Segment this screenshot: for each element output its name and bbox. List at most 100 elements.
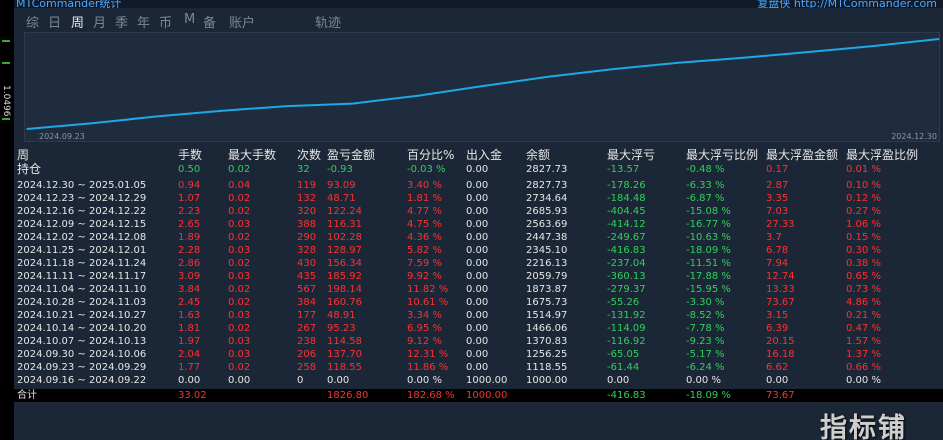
- watermark-logo: 指标铺: [820, 413, 907, 440]
- table-row[interactable]: 2024.12.09 ~ 2024.12.15 2.65 0.03 388 116.31…: [14, 218, 943, 231]
- data-cell: 9.92 %: [407, 271, 442, 282]
- tab-9[interactable]: 账户: [229, 12, 255, 31]
- data-cell: -15.08 %: [686, 206, 731, 217]
- holding-cell: 0.17: [766, 164, 789, 175]
- data-cell: 0.00: [466, 219, 489, 230]
- data-cell: 1.63: [178, 310, 201, 321]
- total-label: 合计: [17, 390, 37, 401]
- table-row[interactable]: 2024.11.25 ~ 2024.12.01 2.28 0.03 328 128.97…: [14, 244, 943, 257]
- data-cell: -18.09 %: [686, 245, 731, 256]
- equity-point: [677, 62, 680, 64]
- data-cell: 206: [297, 349, 317, 360]
- data-cell: 0.02: [228, 297, 251, 308]
- data-cell: 3.35: [766, 193, 789, 204]
- data-cell: 0.00: [466, 297, 489, 308]
- column-header: 最大浮盈比例: [846, 148, 919, 162]
- table-row[interactable]: 2024.11.11 ~ 2024.11.17 3.09 0.03 435 185.92…: [14, 270, 943, 283]
- data-cell: -16.77 %: [686, 219, 731, 230]
- table-row[interactable]: 2024.10.07 ~ 2024.10.13 1.97 0.03 238 114.58…: [14, 335, 943, 348]
- data-cell: 2.45: [178, 297, 201, 308]
- data-cell: 1.77: [178, 362, 201, 373]
- data-cell: 0.00: [466, 323, 489, 334]
- data-cell: 11.82 %: [407, 284, 449, 295]
- table-row[interactable]: 2024.10.28 ~ 2024.11.03 2.45 0.02 384 160.76…: [14, 296, 943, 309]
- data-cell: 3.84: [178, 284, 201, 295]
- data-cell: 384: [297, 297, 317, 308]
- data-cell: 102.28: [327, 232, 362, 243]
- table-row[interactable]: 2024.11.18 ~ 2024.11.24 2.86 0.02 430 156.34…: [14, 257, 943, 270]
- tab-6[interactable]: 币: [159, 12, 172, 31]
- data-cell: 116.31: [327, 219, 362, 230]
- data-cell: 0.65 %: [846, 271, 881, 282]
- tab-4[interactable]: 季: [115, 12, 128, 31]
- data-cell: -9.23 %: [686, 336, 725, 347]
- table-row[interactable]: 2024.12.02 ~ 2024.12.08 1.89 0.02 290 102.28…: [14, 231, 943, 244]
- data-cell: 160.76: [327, 297, 362, 308]
- left-chart-strip: 1.0496: [0, 0, 14, 440]
- period-cell: 2024.12.16 ~ 2024.12.22: [17, 206, 147, 217]
- period-cell: 2024.11.25 ~ 2024.12.01: [17, 245, 147, 256]
- table-row[interactable]: 2024.11.04 ~ 2024.11.10 3.84 0.02 567 198.14…: [14, 283, 943, 296]
- period-cell: 2024.11.18 ~ 2024.11.24: [17, 258, 147, 269]
- data-cell: 3.09: [178, 271, 201, 282]
- data-cell: 0.02: [228, 258, 251, 269]
- data-cell: 3.40 %: [407, 180, 442, 191]
- data-cell: 4.86 %: [846, 297, 881, 308]
- data-cell: -6.87 %: [686, 193, 725, 204]
- data-cell: 0.00 %: [686, 375, 721, 386]
- data-cell: 0.00: [466, 245, 489, 256]
- tab-8[interactable]: 备: [203, 12, 216, 31]
- table-row[interactable]: 2024.12.16 ~ 2024.12.22 2.23 0.02 320 122.24…: [14, 205, 943, 218]
- data-cell: -17.88 %: [686, 271, 731, 282]
- data-cell: 0.00: [466, 180, 489, 191]
- table-row[interactable]: 2024.09.23 ~ 2024.09.29 1.77 0.02 258 118.55…: [14, 361, 943, 374]
- column-header: 最大浮亏: [607, 148, 656, 162]
- column-header: 周: [17, 148, 30, 162]
- data-cell: 0.66 %: [846, 362, 881, 373]
- table-row[interactable]: 2024.09.16 ~ 2024.09.22 0.00 0.00 0 0.00 0.00…: [14, 374, 943, 387]
- data-cell: 2.04: [178, 349, 201, 360]
- equity-point: [26, 128, 28, 130]
- data-cell: 0.73 %: [846, 284, 881, 295]
- total-row: 合计 33.02 1826.80 182.68 % 1000.00 -416.83 -18.…: [14, 389, 943, 402]
- period-cell: 2024.10.28 ~ 2024.11.03: [17, 297, 147, 308]
- tab-2[interactable]: 周: [71, 12, 84, 31]
- table-row[interactable]: 2024.12.30 ~ 2025.01.05 0.94 0.04 119 93.09 3…: [14, 179, 943, 192]
- tab-7[interactable]: M: [184, 12, 195, 27]
- chart-end-date: 2024.12.30: [891, 132, 937, 141]
- equity-point: [91, 122, 93, 124]
- tab-0[interactable]: 综: [26, 12, 39, 31]
- data-cell: 0.02: [228, 323, 251, 334]
- data-cell: 1.81 %: [407, 193, 442, 204]
- table-row[interactable]: 2024.10.14 ~ 2024.10.20 1.81 0.02 267 95.23 6…: [14, 322, 943, 335]
- data-cell: 1.97: [178, 336, 201, 347]
- tab-3[interactable]: 月: [93, 12, 106, 31]
- data-cell: 5.82 %: [407, 245, 442, 256]
- tab-10[interactable]: 轨迹: [315, 12, 341, 31]
- holding-cell: -0.03 %: [407, 164, 446, 175]
- column-header: 出入金: [466, 148, 503, 162]
- data-cell: 114.58: [327, 336, 362, 347]
- period-cell: 2024.10.14 ~ 2024.10.20: [17, 323, 147, 334]
- table-row[interactable]: 2024.10.21 ~ 2024.10.27 1.63 0.03 177 48.91 3…: [14, 309, 943, 322]
- data-cell: 0.12 %: [846, 193, 881, 204]
- data-cell: 0.00: [178, 375, 201, 386]
- equity-point: [873, 45, 875, 47]
- data-cell: 0.02: [228, 206, 251, 217]
- data-cell: -416.83: [607, 245, 646, 256]
- data-cell: 4.75 %: [407, 219, 442, 230]
- table-row[interactable]: 2024.09.30 ~ 2024.10.06 2.04 0.03 206 137.70…: [14, 348, 943, 361]
- tab-5[interactable]: 年: [137, 12, 150, 31]
- data-cell: 2827.73: [526, 180, 568, 191]
- data-cell: 1.37 %: [846, 349, 881, 360]
- data-cell: 6.62: [766, 362, 789, 373]
- data-cell: 198.14: [327, 284, 362, 295]
- data-cell: 0.15 %: [846, 232, 881, 243]
- data-cell: 0.00: [327, 375, 350, 386]
- data-cell: 290: [297, 232, 317, 243]
- data-cell: 122.24: [327, 206, 362, 217]
- tab-1[interactable]: 日: [48, 12, 61, 31]
- equity-point: [287, 105, 289, 107]
- table-row[interactable]: 2024.12.23 ~ 2024.12.29 1.07 0.02 132 48.71 1…: [14, 192, 943, 205]
- column-header: 次数: [297, 148, 322, 162]
